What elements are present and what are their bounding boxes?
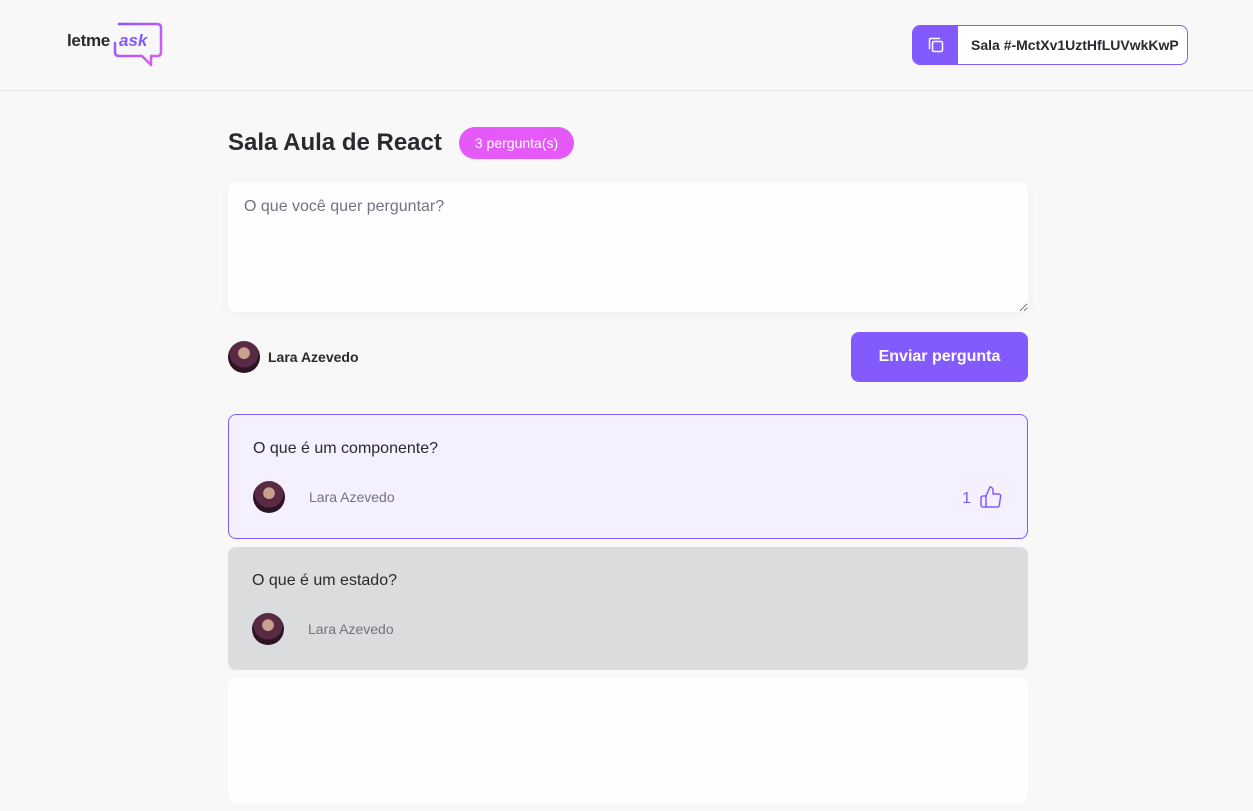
question-count-badge: 3 pergunta(s) [458,127,575,159]
user-info: Lara Azevedo [228,341,359,373]
question-content: O que é um componente? [253,440,439,457]
page-header: letme ask Sala #-MctXv1UztHfLUVwkKwP [0,0,1253,91]
like-button[interactable]: 1 [962,485,1003,509]
question-card: O que é um componente? Lara Azevedo 1 [228,414,1028,539]
question-author: Lara Azevedo [252,613,394,645]
copy-icon [928,37,943,53]
main-content: Sala Aula de React 3 pergunta(s) Lara Az… [228,92,1028,811]
thumbs-up-icon [980,486,1002,508]
avatar [253,481,285,513]
question-author: Lara Azevedo [253,481,395,513]
room-title: Sala Aula de React [228,129,442,156]
question-footer: Lara Azevedo 1 [253,481,1003,513]
form-footer: Lara Azevedo Enviar pergunta [228,332,1028,382]
avatar [228,341,260,373]
avatar [252,613,284,645]
send-question-button[interactable]: Enviar pergunta [851,332,1028,382]
room-title-row: Sala Aula de React 3 pergunta(s) [228,127,1028,159]
logo-text-letme: letme [67,31,110,50]
room-code-text: Sala #-MctXv1UztHfLUVwkKwP [971,37,1179,53]
question-list: O que é um componente? Lara Azevedo 1 O … [228,414,1028,803]
letmeask-logo[interactable]: letme ask [67,21,167,69]
user-name: Lara Azevedo [268,349,359,365]
author-name: Lara Azevedo [308,621,394,637]
author-name: Lara Azevedo [309,489,395,505]
question-card [228,678,1028,803]
room-code-button[interactable]: Sala #-MctXv1UztHfLUVwkKwP [912,25,1188,65]
question-card: O que é um estado? Lara Azevedo [228,547,1028,670]
question-textarea[interactable] [228,182,1028,312]
like-count: 1 [962,490,971,507]
logo-text-ask: ask [119,31,148,50]
copy-box [913,26,958,64]
question-form: Lara Azevedo Enviar pergunta [228,182,1028,382]
question-footer: Lara Azevedo [252,613,1004,645]
question-content: O que é um estado? [252,572,397,589]
